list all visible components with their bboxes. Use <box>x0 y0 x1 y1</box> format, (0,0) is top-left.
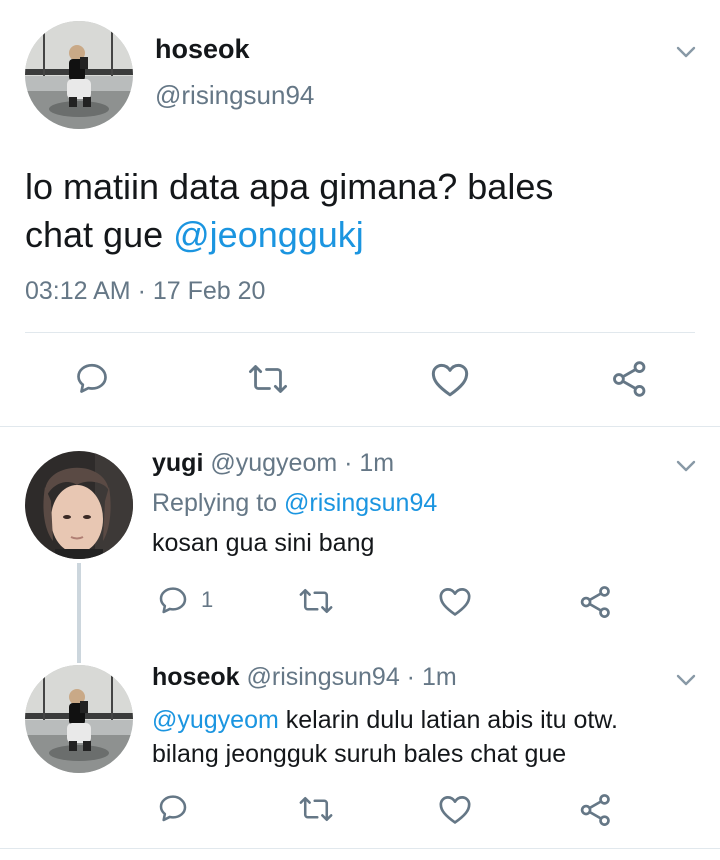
reply2-text-line1-rest: kelarin dulu latian abis itu otw. <box>278 706 618 734</box>
share-icon <box>613 361 646 397</box>
reply2-mention-link[interactable]: @yugyeom <box>152 706 279 734</box>
main-tweet-text-line1: lo matiin data apa gimana? bales <box>25 166 554 207</box>
reply1-reply-button[interactable]: 1 <box>157 584 213 616</box>
reply2-handle[interactable]: @risingsun94 <box>246 663 399 691</box>
reply1-display-name[interactable]: yugi <box>152 449 203 477</box>
section-divider <box>0 426 720 427</box>
reply2-display-name[interactable]: hoseok <box>152 663 240 691</box>
reply2-like-button[interactable] <box>438 793 472 825</box>
main-tweet-avatar[interactable] <box>25 21 133 129</box>
main-tweet-display-name[interactable]: hoseok <box>155 34 250 65</box>
reply1-reply-count: 1 <box>201 587 214 612</box>
share-icon <box>580 586 610 618</box>
reply2-reply-button[interactable] <box>157 792 189 824</box>
reply2-text-line1: @yugyeom kelarin dulu latian abis itu ot… <box>152 703 618 737</box>
reply1-replying-to: Replying to @risingsun94 <box>152 489 437 518</box>
main-tweet-mention-link[interactable]: @jeonggukj <box>173 214 364 255</box>
reply1-replying-prefix: Replying to <box>152 489 285 517</box>
reply1-like-button[interactable] <box>438 585 472 617</box>
bottom-divider <box>0 848 720 849</box>
reply2-menu-icon[interactable] <box>674 668 698 697</box>
reply2-text-line2: bilang jeongguk suruh bales chat gue <box>152 740 567 768</box>
reply1-handle[interactable]: @yugyeom <box>210 449 337 477</box>
reply1-text: kosan gua sini bang <box>152 529 375 557</box>
main-tweet-text-prefix: chat gue <box>25 214 174 255</box>
heart-icon <box>439 588 471 616</box>
main-tweet-text: lo matiin data apa gimana? bales chat gu… <box>25 163 705 259</box>
reply2-header: hoseok @risingsun94 · 1m <box>152 663 457 692</box>
main-tweet-divider <box>25 332 695 333</box>
retweet-icon <box>299 796 333 822</box>
reply2-text: @yugyeom kelarin dulu latian abis itu ot… <box>152 703 618 771</box>
reply1-replying-to-link[interactable]: @risingsun94 <box>284 489 437 517</box>
share-icon <box>580 794 610 826</box>
main-tweet-text-line2: chat gue @jeonggukj <box>25 211 705 259</box>
main-tweet-menu-icon[interactable] <box>674 40 698 69</box>
retweet-icon <box>299 588 333 614</box>
main-reply-button[interactable] <box>74 360 110 396</box>
speech-bubble-icon <box>77 363 107 393</box>
main-tweet-handle[interactable]: @risingsun94 <box>155 80 314 111</box>
reply1-avatar[interactable] <box>25 451 133 559</box>
heart-icon <box>439 796 471 824</box>
reply1-time: · 1m <box>337 449 395 477</box>
main-tweet-timestamp[interactable]: 03:12 AM · 17 Feb 20 <box>25 277 265 306</box>
main-share-button[interactable] <box>610 360 650 398</box>
heart-icon <box>431 363 469 397</box>
reply2-avatar[interactable] <box>25 665 133 773</box>
reply1-retweet-button[interactable] <box>297 586 335 616</box>
reply2-share-button[interactable] <box>579 793 613 827</box>
reply1-menu-icon[interactable] <box>674 454 698 483</box>
speech-bubble-icon <box>159 795 187 822</box>
reply1-share-button[interactable] <box>579 585 613 619</box>
reply2-time: · 1m <box>399 663 457 691</box>
thread-connector-line <box>77 563 81 663</box>
reply1-header: yugi @yugyeom · 1m <box>152 449 394 478</box>
main-retweet-button[interactable] <box>246 362 290 396</box>
reply2-retweet-button[interactable] <box>297 794 335 824</box>
speech-bubble-icon <box>159 587 187 614</box>
retweet-icon <box>249 365 287 393</box>
main-like-button[interactable] <box>430 360 470 398</box>
